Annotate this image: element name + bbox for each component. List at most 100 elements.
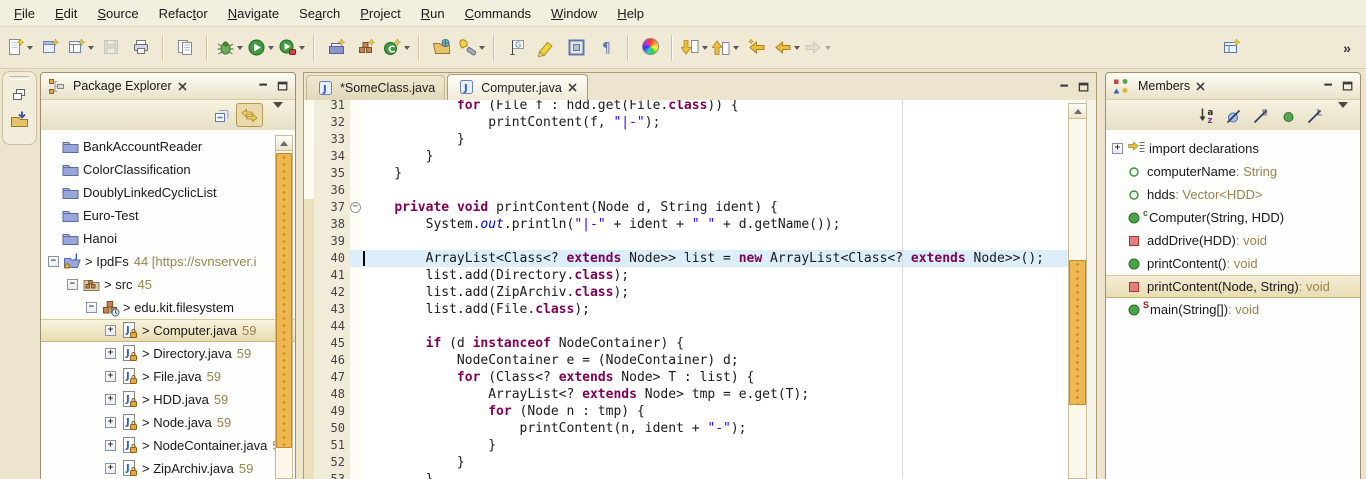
code-line[interactable]: 42 list.add(ZipArchiv.class);	[304, 284, 1069, 301]
hide-static-button[interactable]: S	[1249, 104, 1274, 126]
code-line[interactable]: 43 list.add(File.class);	[304, 301, 1069, 318]
line-number[interactable]: 35	[314, 165, 350, 182]
expander-plus[interactable]: +	[105, 463, 116, 474]
close-icon[interactable]	[1195, 81, 1206, 92]
hide-fields-button[interactable]	[1222, 104, 1247, 126]
new-wizard-dropdown-arrow[interactable]	[27, 46, 33, 50]
menu-commands[interactable]: Commands	[455, 2, 541, 25]
expander-plus[interactable]: +	[105, 348, 116, 359]
menu-edit[interactable]: Edit	[45, 2, 87, 25]
expander-minus[interactable]: −	[86, 302, 97, 313]
new-wizard-button[interactable]	[4, 34, 35, 62]
member-item[interactable]: printContent() : void	[1106, 252, 1360, 275]
member-item[interactable]: cComputer(String, HDD)	[1106, 206, 1360, 229]
line-number[interactable]: 32	[314, 114, 350, 131]
line-number[interactable]: 48	[314, 386, 350, 403]
line-number[interactable]: 49	[314, 403, 350, 420]
tree-item[interactable]: −> edu.kit.filesystem	[41, 296, 295, 319]
member-item[interactable]: computerName : String	[1106, 160, 1360, 183]
close-icon[interactable]	[177, 81, 188, 92]
tree-item[interactable]: +J> ZipArchiv.java59	[41, 457, 295, 479]
code-line[interactable]: 47 for (Class<? extends Node> T : list) …	[304, 369, 1069, 386]
run-external-button[interactable]	[276, 34, 307, 62]
menu-help[interactable]: Help	[607, 2, 654, 25]
tree-item[interactable]: −J> IpdFs44 [https://svnserver.i	[41, 250, 295, 273]
new-project-button[interactable]	[321, 34, 351, 62]
new-window-button[interactable]	[35, 34, 65, 62]
maximize-button[interactable]	[1076, 80, 1092, 95]
menu-project[interactable]: Project	[350, 2, 410, 25]
code-line[interactable]: 36	[304, 182, 1069, 199]
prev-annotation-button[interactable]	[710, 34, 741, 62]
tree-item[interactable]: ColorClassification	[41, 158, 295, 181]
line-number[interactable]: 42	[314, 284, 350, 301]
menu-search[interactable]: Search	[289, 2, 350, 25]
line-number[interactable]: 33	[314, 131, 350, 148]
menu-file[interactable]: File	[4, 2, 45, 25]
line-number[interactable]: 50	[314, 420, 350, 437]
chevrons-button[interactable]: »	[1332, 34, 1362, 62]
code-line[interactable]: 44	[304, 318, 1069, 335]
menu-navigate[interactable]: Navigate	[218, 2, 289, 25]
restore-view-button[interactable]	[8, 83, 32, 107]
code-line[interactable]: 49 for (Node n : tmp) {	[304, 403, 1069, 420]
code-line[interactable]: 50 printContent(n, ident + "-");	[304, 420, 1069, 437]
code-line[interactable]: 48 ArrayList<? extends Node> tmp = e.get…	[304, 386, 1069, 403]
expander-plus[interactable]: +	[105, 417, 116, 428]
line-number[interactable]: 31	[314, 100, 350, 114]
code-line[interactable]: 32 printContent(f, "|-");	[304, 114, 1069, 131]
line-number[interactable]: 45	[314, 335, 350, 352]
search-button[interactable]	[456, 34, 487, 62]
line-number[interactable]: 44	[314, 318, 350, 335]
tree-item[interactable]: BankAccountReader	[41, 135, 295, 158]
member-item[interactable]: +import declarations	[1106, 137, 1360, 160]
line-number[interactable]: 34	[314, 148, 350, 165]
fast-view-handle[interactable]	[10, 76, 29, 80]
line-number[interactable]: 39	[314, 233, 350, 250]
new-package-button[interactable]	[351, 34, 381, 62]
editor-scrollbar[interactable]	[1068, 103, 1087, 479]
close-icon[interactable]	[567, 82, 578, 93]
scroll-up-arrow[interactable]	[1069, 104, 1086, 119]
line-number[interactable]: 43	[314, 301, 350, 318]
member-item[interactable]: Smain(String[]) : void	[1106, 298, 1360, 321]
mark-occurrences-button[interactable]: G	[501, 34, 531, 62]
tree-item[interactable]: +J> File.java59	[41, 365, 295, 388]
code-line[interactable]: 39	[304, 233, 1069, 250]
view-menu-button[interactable]	[265, 104, 290, 126]
code-line[interactable]: 46 NodeContainer e = (NodeContainer) d;	[304, 352, 1069, 369]
print-button[interactable]	[126, 34, 156, 62]
copy-doc-button[interactable]	[170, 34, 200, 62]
expander-minus[interactable]: −	[48, 256, 59, 267]
scrollbar-thumb[interactable]	[1069, 260, 1086, 405]
open-perspective-button[interactable]	[8, 107, 32, 131]
line-number[interactable]: 38	[314, 216, 350, 233]
collapse-all-button[interactable]	[209, 104, 234, 126]
tree-item[interactable]: DoublyLinkedCyclicList	[41, 181, 295, 204]
code-line[interactable]: 33 }	[304, 131, 1069, 148]
next-annotation-button[interactable]	[679, 34, 710, 62]
code-line[interactable]: 40 ArrayList<Class<? extends Node>> list…	[304, 250, 1069, 267]
tree-item[interactable]: +J> HDD.java59	[41, 388, 295, 411]
highlight-marker-button[interactable]	[531, 34, 561, 62]
menu-source[interactable]: Source	[87, 2, 148, 25]
maximize-button[interactable]	[1340, 79, 1356, 94]
view-menu-button[interactable]	[1330, 104, 1355, 126]
line-number[interactable]: 37	[314, 199, 350, 216]
tree-item[interactable]: Euro-Test	[41, 204, 295, 227]
run-external-dropdown-arrow[interactable]	[299, 46, 305, 50]
code-line[interactable]: 37− private void printContent(Node d, St…	[304, 199, 1069, 216]
minimize-button[interactable]	[1057, 80, 1073, 95]
hide-local-types-button[interactable]: L	[1303, 104, 1328, 126]
next-annotation-dropdown-arrow[interactable]	[702, 46, 708, 50]
new-view-button[interactable]	[65, 34, 96, 62]
package-explorer-scrollbar[interactable]	[275, 135, 293, 479]
menu-run[interactable]: Run	[411, 2, 455, 25]
menu-window[interactable]: Window	[541, 2, 607, 25]
debug-dropdown-arrow[interactable]	[237, 46, 243, 50]
line-number[interactable]: 41	[314, 267, 350, 284]
expander-minus[interactable]: −	[67, 279, 78, 290]
minimize-button[interactable]	[256, 79, 272, 94]
tree-item[interactable]: +J> Directory.java59	[41, 342, 295, 365]
prev-annotation-dropdown-arrow[interactable]	[733, 46, 739, 50]
